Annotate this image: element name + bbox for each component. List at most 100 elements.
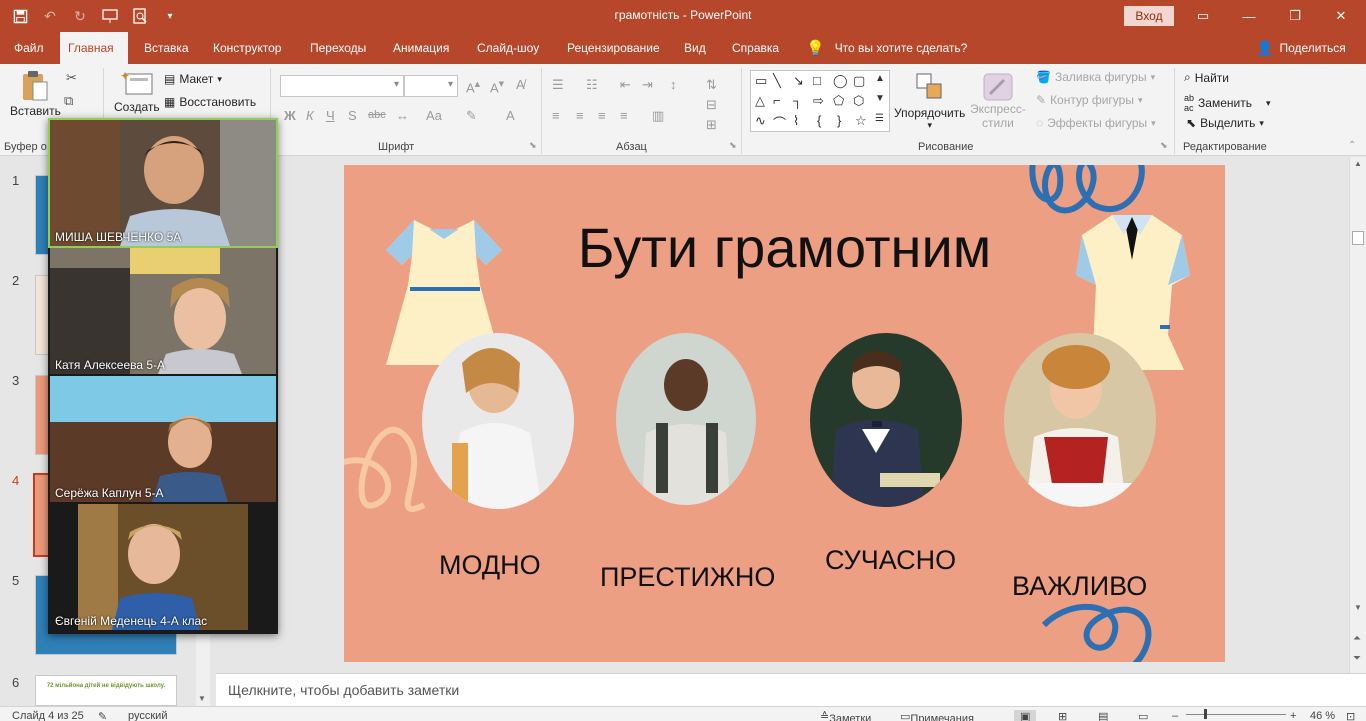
font-dialog-icon[interactable]: ⬊ <box>529 140 537 151</box>
comments-toggle[interactable]: ▭ Примечания <box>900 710 974 721</box>
video-tile[interactable]: Серёжа Каплун 5-А <box>50 376 276 502</box>
change-case-button[interactable]: Aa <box>426 108 442 123</box>
sign-in-button[interactable]: Вход <box>1124 6 1174 26</box>
word-prestyzhno[interactable]: ПРЕСТИЖНО <box>600 562 775 593</box>
paragraph-dialog-icon[interactable]: ⬊ <box>729 140 737 151</box>
oval-shape-icon[interactable]: ◯ <box>833 73 848 89</box>
numbering-icon[interactable]: ☷ <box>586 77 598 93</box>
fit-to-window-icon[interactable]: ⊡ <box>1346 710 1355 721</box>
copy-icon[interactable]: ⧉ <box>64 93 73 109</box>
zoom-in-icon[interactable]: + <box>1290 710 1296 721</box>
new-slide-button[interactable]: ✦ Создать <box>114 70 160 114</box>
reset-button[interactable]: ▦ Восстановить <box>164 95 256 109</box>
slideshow-view-icon[interactable]: ▭ <box>1138 710 1148 721</box>
star-shape-icon[interactable]: ☆ <box>855 113 867 129</box>
previous-slide-icon[interactable]: ⏶ <box>1353 633 1361 644</box>
photo-girl-glasses[interactable] <box>422 333 574 509</box>
clear-format-icon[interactable]: A̸ <box>516 77 525 92</box>
gallery-more-icon[interactable]: ☰ <box>875 113 884 124</box>
collapse-ribbon-icon[interactable]: ⌃ <box>1348 140 1356 151</box>
tab-slideshow[interactable]: Слайд-шоу <box>469 32 547 64</box>
char-spacing-icon[interactable]: ↔ <box>396 108 409 123</box>
underline-button[interactable]: Ч <box>326 108 335 123</box>
word-modno[interactable]: МОДНО <box>439 550 541 581</box>
pentagon-shape-icon[interactable]: ⬠ <box>833 93 844 109</box>
next-slide-icon[interactable]: ⏷ <box>1353 653 1361 664</box>
word-vazhlyvo[interactable]: ВАЖЛИВО <box>1012 571 1147 602</box>
slide-scrollbar[interactable]: ▲ ▼ ⏶ ⏷ <box>1349 157 1366 673</box>
rectangle-shape-icon[interactable]: □ <box>813 73 821 88</box>
columns-icon[interactable]: ▥ <box>652 108 664 124</box>
photo-boy-bowtie[interactable] <box>810 333 962 507</box>
shadow-button[interactable]: S <box>348 108 357 123</box>
language-indicator[interactable]: русский <box>128 710 167 721</box>
italic-button[interactable]: К <box>306 108 314 123</box>
font-name-combo[interactable]: ▾ <box>280 75 404 97</box>
highlight-icon[interactable]: ✎ <box>466 108 477 124</box>
find-button[interactable]: ⌕ Найти <box>1184 70 1229 85</box>
align-center-icon[interactable]: ≡ <box>576 108 584 123</box>
right-arrow-shape-icon[interactable]: ⇨ <box>813 93 824 109</box>
elbow-connector-icon[interactable]: ⌐ <box>773 93 781 108</box>
tab-review[interactable]: Рецензирование <box>559 32 668 64</box>
block-arc-shape-icon[interactable]: ⬡ <box>853 93 864 109</box>
minimize-icon[interactable]: — <box>1226 0 1272 32</box>
word-suchasno[interactable]: СУЧАСНО <box>825 545 956 576</box>
decrease-indent-icon[interactable]: ⇤ <box>620 77 631 93</box>
zoom-out-icon[interactable]: – <box>1172 710 1178 721</box>
shape-fill-button[interactable]: 🪣 Заливка фигуры ▾ <box>1036 70 1155 84</box>
photo-boy-curly[interactable] <box>1004 333 1156 507</box>
layout-button[interactable]: ▤ Макет ▾ <box>164 72 222 86</box>
align-left-icon[interactable]: ≡ <box>552 108 560 123</box>
slide-thumbnail[interactable]: 72 мільйона дітей не відвідують школу. <box>35 675 177 706</box>
video-tile[interactable]: Євгеній Меденець 4-А клас <box>50 504 276 630</box>
font-color-button[interactable]: A <box>506 108 515 123</box>
notes-pane[interactable]: Щелкните, чтобы добавить заметки <box>216 673 1366 706</box>
shapes-gallery[interactable]: ▭ ╲ ↘ □ ◯ ▢ △ ⌐ ┐ ⇨ ⬠ ⬡ ∿ ⌒ ⌇ { } ☆ ▲ ▼ … <box>750 70 890 132</box>
tab-animations[interactable]: Анимация <box>385 32 457 64</box>
justify-icon[interactable]: ≡ <box>620 108 628 123</box>
share-button[interactable]: 👤 Поделиться <box>1256 32 1346 64</box>
tab-design[interactable]: Конструктор <box>205 32 289 64</box>
arc-shape-icon[interactable]: ⌒ <box>773 113 786 132</box>
zoom-slider-thumb[interactable] <box>1204 709 1207 719</box>
video-tile[interactable]: МИША ШЕВЧЕНКО 5А <box>48 118 278 248</box>
scroll-down-icon[interactable]: ▼ <box>198 694 206 703</box>
zoom-slider[interactable] <box>1186 714 1286 715</box>
slide[interactable]: Бути грамотним МОДНО ПРЕСТИЖНО СУЧАСНО В… <box>344 165 1225 662</box>
strikethrough-button[interactable]: abc <box>368 109 386 121</box>
scroll-up-icon[interactable]: ▲ <box>1354 159 1362 168</box>
tab-file[interactable]: Файл <box>6 32 52 64</box>
align-text-icon[interactable]: ⊟ <box>706 97 717 113</box>
gallery-up-icon[interactable]: ▲ <box>875 73 885 84</box>
video-tile[interactable]: Катя Алексеева 5-А <box>50 248 276 374</box>
tell-me-box[interactable]: 💡 Что вы хотите сделать? <box>806 32 967 64</box>
select-button[interactable]: ⬉ Выделить ▾ <box>1186 116 1264 130</box>
cut-icon[interactable]: ✂ <box>66 70 77 86</box>
line-spacing-icon[interactable]: ↕ <box>670 77 677 92</box>
triangle-shape-icon[interactable]: △ <box>755 93 765 109</box>
scroll-down-icon[interactable]: ▼ <box>1354 603 1362 612</box>
smartart-icon[interactable]: ⊞ <box>706 117 717 133</box>
notes-toggle[interactable]: ≙ Заметки <box>820 710 871 721</box>
tab-view[interactable]: Вид <box>676 32 714 64</box>
line-shape-icon[interactable]: ╲ <box>773 73 781 89</box>
zoom-gallery-overlay[interactable]: МИША ШЕВЧЕНКО 5А Катя Алексеева 5-А Серё… <box>48 118 278 634</box>
tab-insert[interactable]: Вставка <box>136 32 197 64</box>
tab-home[interactable]: Главная <box>60 32 128 64</box>
brace-right-icon[interactable]: } <box>837 113 841 128</box>
notes-placeholder[interactable]: Щелкните, чтобы добавить заметки <box>228 682 459 698</box>
decrease-font-icon[interactable]: A▾ <box>490 77 504 95</box>
arrange-button[interactable]: Упорядочить ▾ <box>894 72 965 131</box>
brace-left-icon[interactable]: { <box>817 113 821 128</box>
scroll-thumb[interactable] <box>1352 231 1364 245</box>
slide-sorter-icon[interactable]: ⊞ <box>1058 710 1067 721</box>
zoom-level[interactable]: 46 % <box>1310 710 1335 721</box>
font-size-combo[interactable]: ▾ <box>404 75 458 97</box>
freeform-shape-icon[interactable]: ⌇ <box>793 113 799 129</box>
tab-help[interactable]: Справка <box>724 32 787 64</box>
shape-outline-button[interactable]: ✎ Контур фигуры ▾ <box>1036 93 1143 107</box>
align-right-icon[interactable]: ≡ <box>598 108 606 123</box>
text-direction-icon[interactable]: ⇅ <box>706 77 717 93</box>
arrow-line-shape-icon[interactable]: ↘ <box>793 73 804 89</box>
